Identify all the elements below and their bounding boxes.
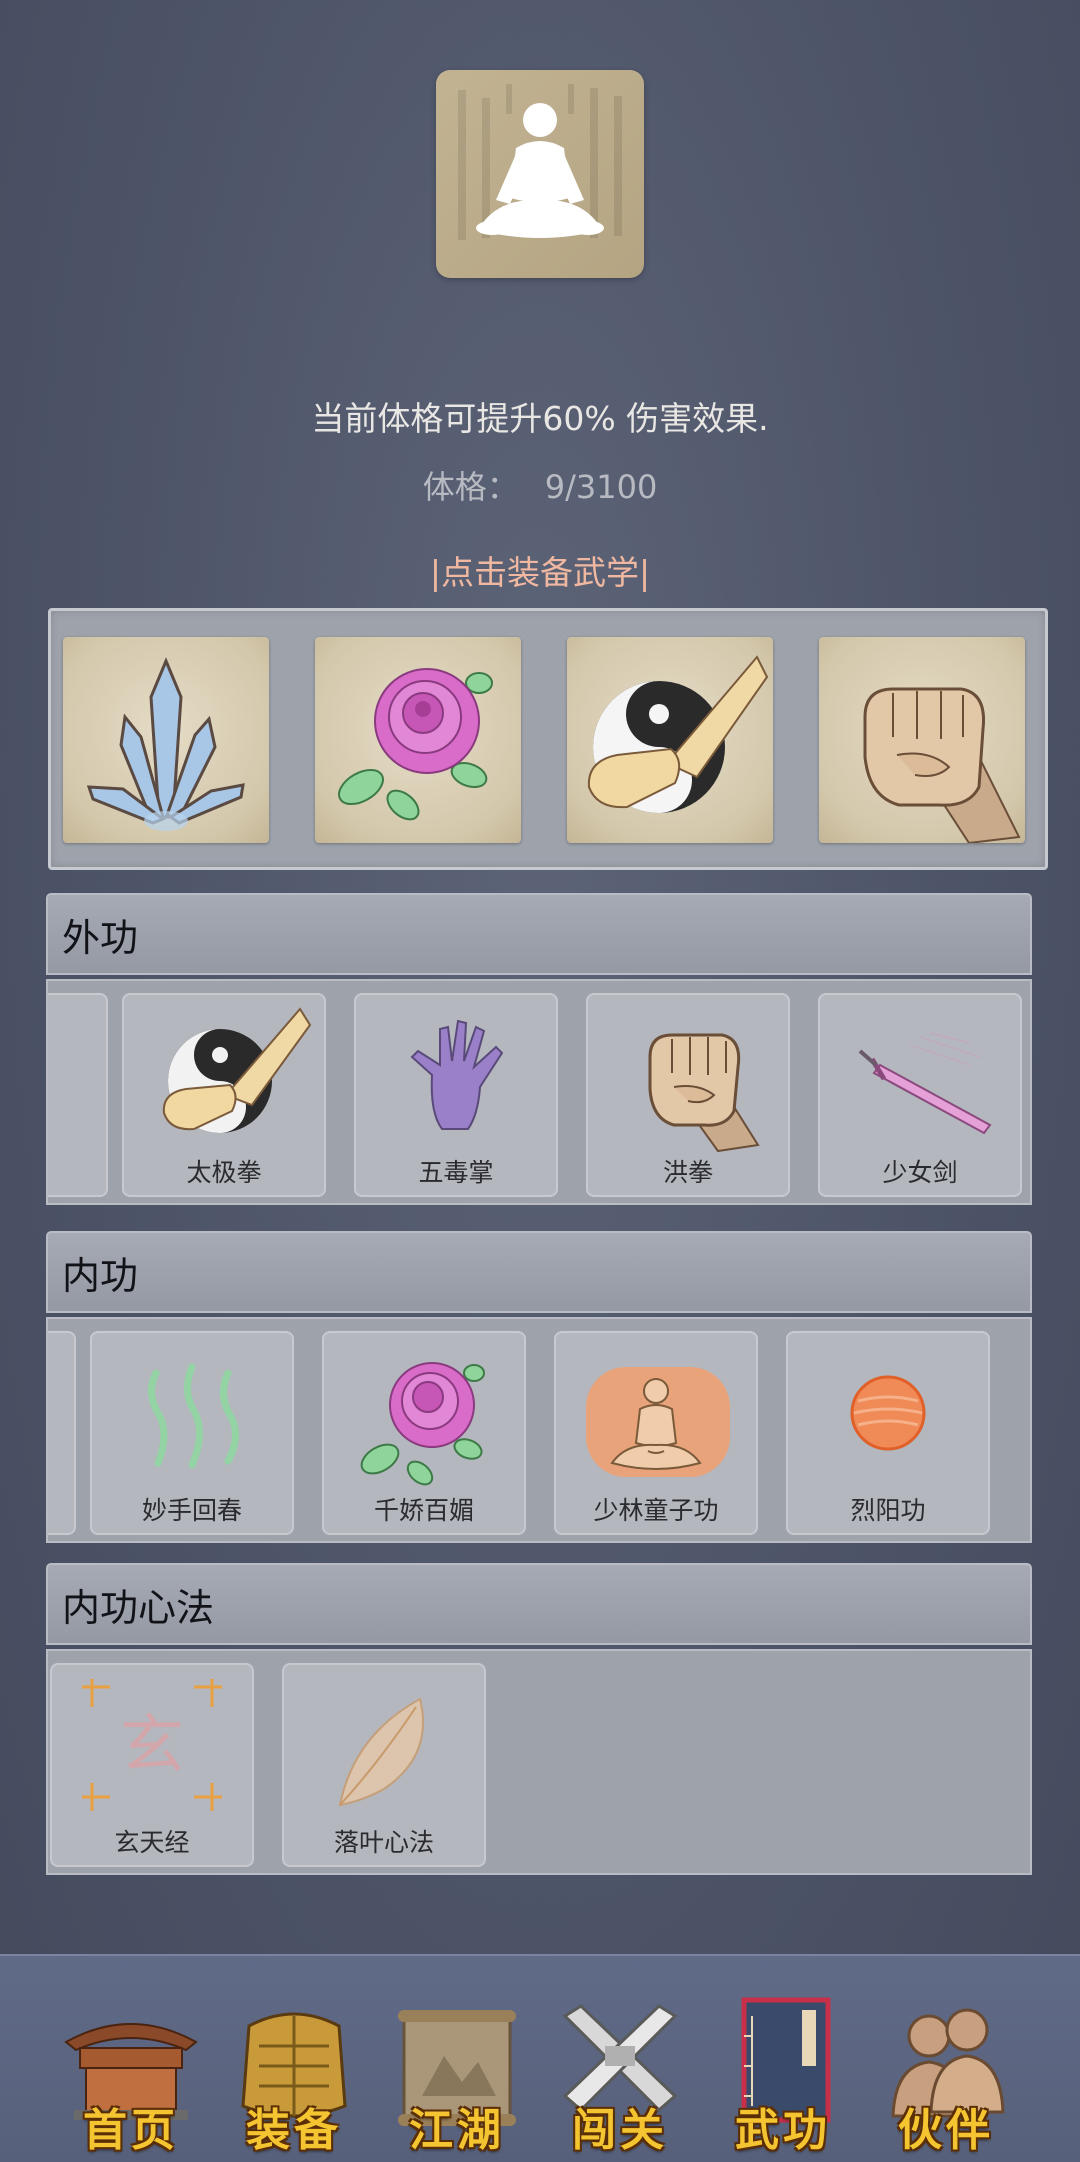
nav-challenge[interactable]: 闯关 (545, 1986, 695, 2156)
nav-label: 伙伴 (898, 2105, 994, 2156)
section-header: 内功 (46, 1231, 1032, 1313)
section-title: 内功 (62, 1254, 139, 1298)
taiji-fist-icon (587, 655, 769, 813)
skill-name: 五毒掌 (418, 1158, 494, 1187)
skill-card-qianjiao[interactable]: 千娇百媚 (322, 1331, 526, 1535)
physique-label: 体格： (422, 468, 519, 506)
equipped-slot-1[interactable] (63, 637, 269, 843)
physique-value: 9/3100 (544, 468, 658, 506)
skill-card[interactable] (48, 1331, 76, 1535)
skill-name: 少林童子功 (593, 1496, 719, 1525)
section-header: 外功 (46, 893, 1032, 975)
skills-list[interactable]: 太极拳 五毒掌 洪拳 少女剑 (46, 979, 1032, 1205)
skill-name: 烈阳功 (850, 1496, 926, 1525)
bottom-nav: 首页 装备 江湖 闯关 武功 伙伴 (0, 1954, 1080, 2162)
xuan-glyph: 玄 (120, 1709, 184, 1783)
equipped-skills-bar (48, 608, 1048, 870)
physique-description: 当前体格可提升60% 伤害效果. (311, 399, 769, 438)
purple-palm-icon (410, 1019, 504, 1130)
skill-card-taijiquan[interactable]: 太极拳 (122, 993, 326, 1197)
skill-name: 妙手回春 (141, 1496, 242, 1525)
skill-card-luoye[interactable]: 落叶心法 (282, 1663, 486, 1867)
equipped-slot-4[interactable] (819, 637, 1025, 843)
skill-card[interactable] (48, 993, 108, 1197)
skill-card-wudu-palm[interactable]: 五毒掌 (354, 993, 558, 1197)
equip-martial-arts-link[interactable]: |点击装备武学| (0, 546, 1080, 594)
meditating-figure-icon (458, 84, 622, 240)
nav-label: 江湖 (409, 2105, 505, 2156)
rose-icon (360, 1362, 485, 1486)
nav-equipment[interactable]: 装备 (219, 1986, 369, 2156)
skill-card-lieyang[interactable]: 烈阳功 (786, 1331, 990, 1535)
nav-jianghu[interactable]: 江湖 (382, 1986, 532, 2156)
equipped-slot-2[interactable] (315, 637, 521, 843)
xuan-scroll-icon: 玄 (82, 1679, 222, 1811)
nav-companions[interactable]: 伙伴 (871, 1986, 1021, 2156)
meditation-avatar (436, 70, 644, 278)
equipped-slot-3[interactable] (567, 637, 773, 843)
crystal-blades-icon (86, 657, 245, 831)
skill-name: 千娇百媚 (373, 1496, 474, 1525)
skill-name: 玄天经 (114, 1828, 190, 1857)
nav-label: 武功 (735, 2105, 831, 2156)
leaf-icon (338, 1697, 424, 1807)
skill-card-miaoshou[interactable]: 妙手回春 (90, 1331, 294, 1535)
skill-card-hongquan[interactable]: 洪拳 (586, 993, 790, 1197)
taiji-fist-icon (162, 1007, 312, 1133)
section-title: 内功心法 (62, 1586, 215, 1630)
skill-name: 少女剑 (882, 1158, 958, 1187)
rose-icon (338, 668, 493, 821)
nav-martial-arts[interactable]: 武功 (708, 1986, 858, 2156)
skill-card-shaonv-sword[interactable]: 少女剑 (818, 993, 1022, 1197)
nav-home[interactable]: 首页 (56, 1986, 206, 2156)
nav-label: 装备 (246, 2105, 342, 2156)
skills-list[interactable]: 玄 玄天经 落叶心法 (46, 1649, 1032, 1875)
skill-name: 落叶心法 (333, 1828, 434, 1857)
section-title: 外功 (62, 916, 139, 960)
fist-icon (648, 1033, 760, 1153)
section-header: 内功心法 (46, 1563, 1032, 1645)
skill-name: 洪拳 (662, 1158, 713, 1187)
physique-stat: 体格： 9/3100 (0, 462, 1080, 508)
skill-name: 太极拳 (186, 1158, 262, 1187)
green-wisps-icon (148, 1363, 239, 1469)
pink-sword-icon (858, 1032, 992, 1135)
skills-list[interactable]: 妙手回春 千娇百媚 少林童子功 烈阳功 (46, 1317, 1032, 1543)
fist-icon (863, 687, 1021, 843)
skill-card-shaolin-tongzi[interactable]: 少林童子功 (554, 1331, 758, 1535)
meditating-monk-icon (586, 1367, 730, 1477)
skill-card-xuantian[interactable]: 玄 玄天经 (50, 1663, 254, 1867)
nav-label: 首页 (83, 2105, 179, 2156)
sun-orb-icon (850, 1375, 926, 1451)
nav-label: 闯关 (572, 2105, 668, 2156)
